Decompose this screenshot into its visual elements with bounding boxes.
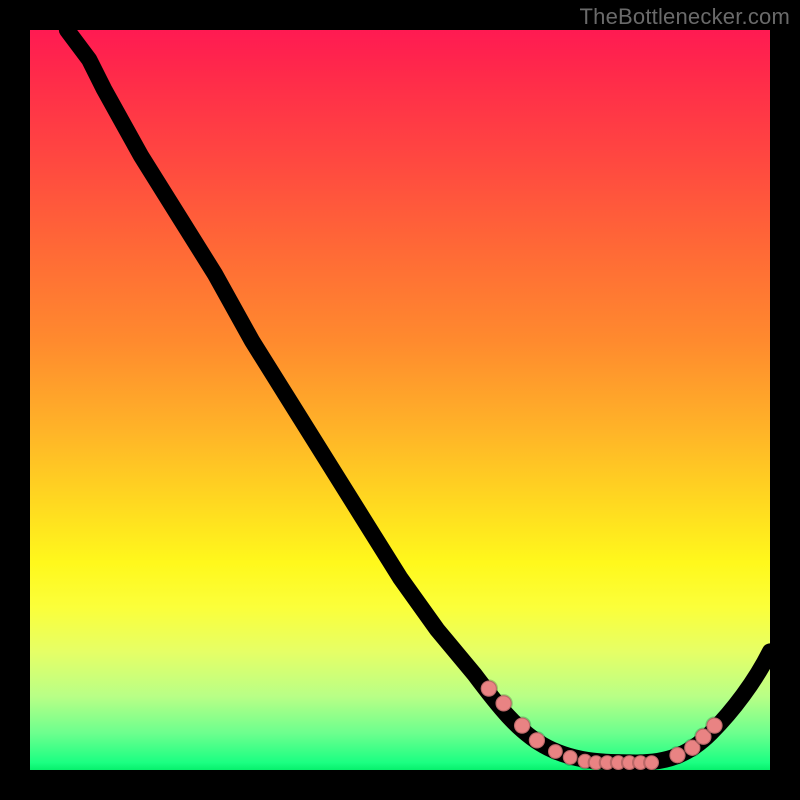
marker-dot — [644, 755, 659, 770]
plot-area — [30, 30, 770, 770]
marker-dot — [548, 744, 563, 759]
bottleneck-curve — [67, 30, 770, 763]
marker-dot — [563, 750, 578, 765]
chart-frame: TheBottlenecker.com — [0, 0, 800, 800]
marker-dot — [529, 732, 545, 748]
marker-dot — [706, 717, 722, 733]
marker-dot — [669, 747, 685, 763]
marker-dot — [481, 680, 497, 696]
chart-svg — [30, 30, 770, 770]
marker-dot — [495, 695, 511, 711]
marker-dot — [514, 717, 530, 733]
marker-group — [481, 680, 723, 770]
attribution-text: TheBottlenecker.com — [580, 4, 790, 30]
